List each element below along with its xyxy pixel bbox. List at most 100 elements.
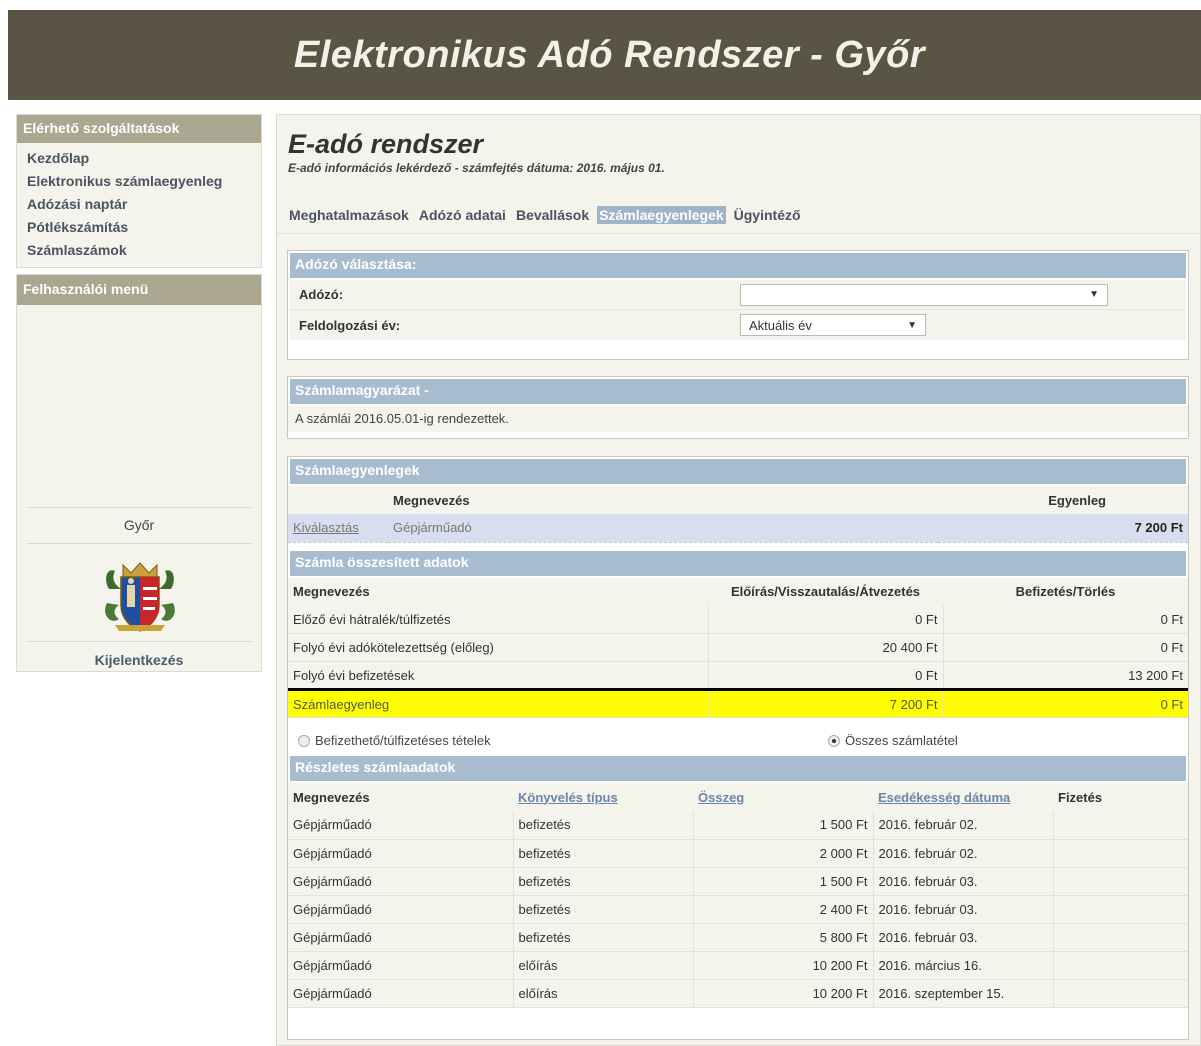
balance-name-header: Megnevezés	[388, 486, 938, 514]
detail-name: Gépjárműadó	[288, 923, 514, 952]
balances-table: Megnevezés Egyenleg Kiválasztás Gépjármű…	[288, 486, 1188, 543]
radio-selected-icon[interactable]	[828, 734, 840, 747]
services-title: Elérhető szolgáltatások	[17, 115, 261, 143]
summary-payment: 13 200 Ft	[943, 661, 1188, 690]
details-header-payment: Fizetés	[1053, 783, 1188, 811]
balance-name: Gépjárműadó	[388, 514, 938, 542]
table-row: Kiválasztás Gépjárműadó 7 200 Ft	[288, 514, 1188, 542]
table-row: Gépjárműadó előírás 10 200 Ft 2016. márc…	[288, 951, 1188, 980]
taxpayer-row: Adózó: ▼	[290, 280, 1186, 310]
taxpayer-label: Adózó:	[299, 287, 344, 302]
detail-payment	[1053, 923, 1188, 952]
summary-payment: 0 Ft	[943, 633, 1188, 662]
explanation-text: A számlái 2016.05.01-ig rendezettek.	[288, 406, 1188, 432]
table-row: Gépjárműadó befizetés 1 500 Ft 2016. feb…	[288, 867, 1188, 896]
divider	[277, 233, 1200, 234]
explanation-title: Számlamagyarázat -	[290, 379, 1186, 404]
radio-icon[interactable]	[298, 734, 310, 747]
detail-type: befizetés	[513, 895, 694, 924]
detail-name: Gépjárműadó	[288, 979, 514, 1008]
divider	[27, 507, 251, 508]
detail-amount: 2 400 Ft	[693, 895, 874, 924]
summary-charge: 0 Ft	[708, 605, 944, 634]
details-title: Részletes számlaadatok	[290, 756, 1186, 781]
sidebar-item-home[interactable]: Kezdőlap	[17, 147, 261, 170]
summary-name: Folyó évi adókötelezettség (előleg)	[288, 633, 709, 662]
sidebar-item-account-numbers[interactable]: Számlaszámok	[17, 239, 261, 262]
detail-payment	[1053, 979, 1188, 1008]
dropdown-arrow-icon: ▼	[907, 319, 917, 331]
tab-bar: Meghatalmazások Adózó adatai Bevallások …	[287, 206, 803, 224]
total-payment: 0 Ft	[943, 688, 1188, 718]
details-header-due[interactable]: Esedékesség dátuma	[873, 783, 1053, 811]
services-box: Elérhető szolgáltatások Kezdőlap Elektro…	[16, 114, 262, 268]
sidebar-item-tax-calendar[interactable]: Adózási naptár	[17, 193, 261, 216]
tab-account-balances[interactable]: Számlaegyenlegek	[597, 206, 726, 224]
dropdown-arrow-icon: ▼	[1089, 289, 1099, 300]
detail-payment	[1053, 867, 1188, 896]
detail-due: 2016. február 03.	[873, 895, 1054, 924]
detail-type: előírás	[513, 979, 694, 1008]
filter-option-all-label: Összes számlatétel	[845, 732, 958, 748]
detail-amount: 2 000 Ft	[693, 839, 874, 868]
page-subtitle: E-adó információs lekérdező - számfejtés…	[288, 161, 665, 175]
sidebar-item-surcharge-calc[interactable]: Pótlékszámítás	[17, 216, 261, 239]
taxpayer-panel-title: Adózó választása:	[290, 253, 1186, 278]
detail-amount: 10 200 Ft	[693, 951, 874, 980]
taxpayer-panel: Adózó választása: Adózó: ▼ Feldolgozási …	[284, 247, 1192, 363]
detail-name: Gépjárműadó	[288, 867, 514, 896]
filter-option-payable-label: Befizethető/túlfizetéses tételek	[315, 732, 491, 748]
balance-amount: 7 200 Ft	[938, 514, 1188, 542]
user-menu-box: Felhasználói menü Győr Kijelentkezés	[16, 274, 262, 672]
year-select-value: Aktuális év	[749, 317, 812, 333]
site-header: Elektronikus Adó Rendszer - Győr	[8, 10, 1201, 100]
detail-type: befizetés	[513, 923, 694, 952]
detail-due: 2016. február 02.	[873, 811, 1054, 840]
summary-charge: 20 400 Ft	[708, 633, 944, 662]
user-menu-title: Felhasználói menü	[17, 275, 261, 305]
taxpayer-select[interactable]: ▼	[740, 283, 1108, 306]
filter-option-payable[interactable]: Befizethető/túlfizetéses tételek	[288, 733, 828, 748]
logout-link[interactable]: Kijelentkezés	[17, 652, 261, 668]
action-header	[288, 486, 388, 514]
table-row: Gépjárműadó előírás 10 200 Ft 2016. szep…	[288, 979, 1188, 1008]
details-table: Megnevezés Könyvelés típus Összeg Esedék…	[288, 783, 1188, 1008]
year-row: Feldolgozási év: Aktuális év ▼	[290, 310, 1186, 340]
year-label: Feldolgozási év:	[299, 317, 401, 333]
detail-amount: 1 500 Ft	[693, 867, 874, 896]
detail-name: Gépjárműadó	[288, 895, 514, 924]
detail-payment	[1053, 951, 1188, 980]
summary-header-charge: Előírás/Visszautalás/Átvezetés	[708, 577, 943, 606]
detail-payment	[1053, 811, 1188, 840]
detail-amount: 1 500 Ft	[693, 811, 874, 840]
summary-title: Számla összesített adatok	[290, 550, 1186, 576]
main-content: E-adó rendszer E-adó információs lekérde…	[276, 114, 1201, 1046]
detail-type: befizetés	[513, 867, 694, 896]
balances-panel: Számlaegyenlegek Megnevezés Egyenleg Kiv…	[284, 453, 1192, 1043]
detail-due: 2016. szeptember 15.	[873, 979, 1054, 1008]
total-name: Számlaegyenleg	[288, 688, 709, 718]
divider	[27, 543, 251, 544]
detail-type: befizetés	[513, 811, 694, 840]
total-row: Számlaegyenleg 7 200 Ft 0 Ft	[288, 688, 1188, 718]
year-select[interactable]: Aktuális év ▼	[740, 314, 926, 336]
sidebar-item-account-balance[interactable]: Elektronikus számlaegyenleg	[17, 170, 261, 193]
detail-amount: 10 200 Ft	[693, 979, 874, 1008]
detail-type: előírás	[513, 951, 694, 980]
coat-of-arms-icon	[105, 562, 175, 632]
details-header-amount[interactable]: Összeg	[693, 783, 873, 811]
tab-administrator[interactable]: Ügyintéző	[732, 206, 803, 224]
detail-due: 2016. február 03.	[873, 867, 1054, 896]
detail-amount: 5 800 Ft	[693, 923, 874, 952]
tab-taxpayer-data[interactable]: Adózó adatai	[417, 206, 508, 224]
select-link[interactable]: Kiválasztás	[288, 514, 388, 542]
details-header-type[interactable]: Könyvelés típus	[513, 783, 693, 811]
table-row: Gépjárműadó befizetés 5 800 Ft 2016. feb…	[288, 923, 1188, 952]
tab-returns[interactable]: Bevallások	[514, 206, 591, 224]
tab-authorizations[interactable]: Meghatalmazások	[287, 206, 411, 224]
filter-option-all[interactable]: Összes számlatétel	[828, 733, 958, 748]
summary-name: Előző évi hátralék/túlfizetés	[288, 605, 709, 634]
balance-header: Egyenleg	[938, 486, 1188, 514]
summary-header-name: Megnevezés	[288, 577, 708, 606]
detail-name: Gépjárműadó	[288, 839, 514, 868]
